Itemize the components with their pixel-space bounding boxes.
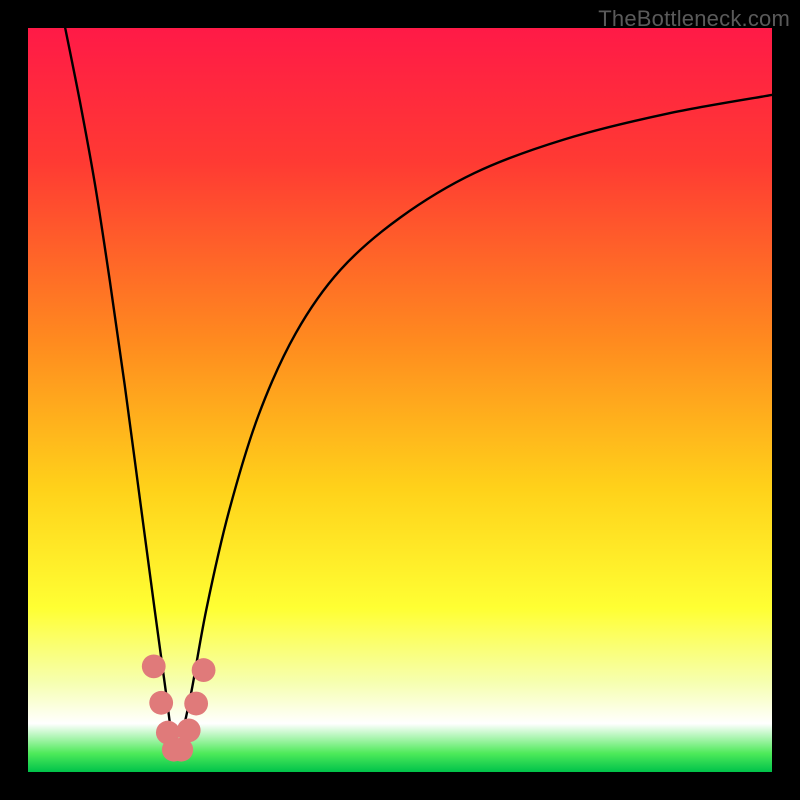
dip-marker bbox=[177, 718, 201, 742]
chart-plot-area bbox=[28, 28, 772, 772]
dip-marker bbox=[149, 691, 173, 715]
dip-marker bbox=[192, 658, 216, 682]
chart-frame: TheBottleneck.com bbox=[0, 0, 800, 800]
chart-svg bbox=[28, 28, 772, 772]
watermark-text: TheBottleneck.com bbox=[598, 6, 790, 32]
gradient-background bbox=[28, 28, 772, 772]
dip-marker bbox=[184, 692, 208, 716]
dip-marker bbox=[142, 654, 166, 678]
